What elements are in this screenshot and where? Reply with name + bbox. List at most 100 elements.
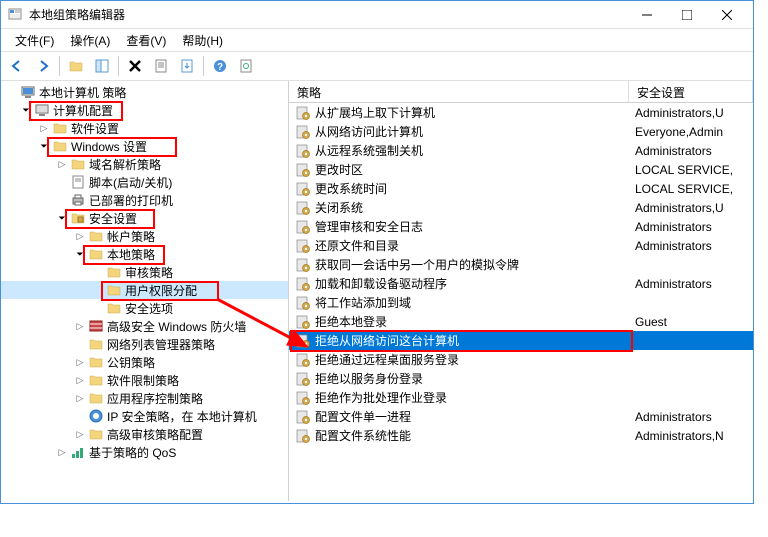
tree-computer-config[interactable]: ⏷ 计算机配置 (1, 101, 288, 119)
properties-button[interactable] (149, 54, 173, 78)
tree-audit-policy[interactable]: ▶ 审核策略 (1, 263, 288, 281)
tree-pane[interactable]: ▶ 本地计算机 策略 ⏷ 计算机配置 ▷ 软件设置 ⏷ W (1, 81, 289, 501)
maximize-button[interactable] (667, 2, 707, 28)
policy-item-icon (295, 371, 311, 387)
cell-setting: Guest (635, 315, 753, 329)
list-row[interactable]: 拒绝从网络访问这台计算机 (289, 331, 753, 350)
cell-policy: 更改系统时间 (315, 180, 635, 197)
tree-app-control[interactable]: ▷ 应用程序控制策略 (1, 389, 288, 407)
tree-security-options[interactable]: ▶ 安全选项 (1, 299, 288, 317)
twisty-icon[interactable]: ⏷ (19, 103, 33, 117)
tree-policy-qos[interactable]: ▷ 基于策略的 QoS (1, 443, 288, 461)
tree-windows-settings[interactable]: ⏷ Windows 设置 (1, 137, 288, 155)
help-button[interactable]: ? (208, 54, 232, 78)
twisty-icon[interactable]: ⏷ (73, 247, 87, 261)
cell-policy: 获取同一会话中另一个用户的模拟令牌 (315, 256, 635, 273)
twisty-icon[interactable]: ▷ (37, 121, 51, 135)
twisty-icon[interactable]: ▷ (55, 445, 69, 459)
titlebar: 本地组策略编辑器 (1, 1, 753, 29)
list-row[interactable]: 拒绝以服务身份登录 (289, 369, 753, 388)
list-row[interactable]: 拒绝本地登录Guest (289, 312, 753, 331)
menu-file[interactable]: 文件(F) (7, 30, 62, 51)
cell-policy: 拒绝以服务身份登录 (315, 370, 635, 387)
list-header: 策略 安全设置 (289, 81, 753, 103)
policy-item-icon (295, 409, 311, 425)
firewall-icon (88, 318, 104, 334)
folder-icon (88, 426, 104, 442)
policy-tree: ▶ 本地计算机 策略 ⏷ 计算机配置 ▷ 软件设置 ⏷ W (1, 83, 288, 461)
tree-scripts[interactable]: ▶ 脚本(启动/关机) (1, 173, 288, 191)
tree-label: 用户权限分配 (125, 282, 197, 299)
show-hide-tree-button[interactable] (90, 54, 114, 78)
tree-root[interactable]: ▶ 本地计算机 策略 (1, 83, 288, 101)
twisty-icon[interactable]: ▷ (73, 229, 87, 243)
cell-setting: Administrators (635, 220, 753, 234)
list-row[interactable]: 关闭系统Administrators,U (289, 198, 753, 217)
tree-ip-security[interactable]: ▶ IP 安全策略，在 本地计算机 (1, 407, 288, 425)
twisty-icon[interactable]: ▷ (73, 355, 87, 369)
list-row[interactable]: 配置文件单一进程Administrators (289, 407, 753, 426)
policy-item-icon (295, 276, 311, 292)
list-row[interactable]: 将工作站添加到域 (289, 293, 753, 312)
tree-advanced-audit[interactable]: ▷ 高级审核策略配置 (1, 425, 288, 443)
tree-firewall[interactable]: ▷ 高级安全 Windows 防火墙 (1, 317, 288, 335)
twisty-icon[interactable]: ⏷ (37, 139, 51, 153)
menu-help[interactable]: 帮助(H) (174, 30, 231, 51)
list-row[interactable]: 配置文件系统性能Administrators,N (289, 426, 753, 445)
menu-view[interactable]: 查看(V) (118, 30, 174, 51)
list-row[interactable]: 管理审核和安全日志Administrators (289, 217, 753, 236)
forward-button[interactable] (31, 54, 55, 78)
policy-item-icon (295, 352, 311, 368)
delete-button[interactable] (123, 54, 147, 78)
list-row[interactable]: 加载和卸载设备驱动程序Administrators (289, 274, 753, 293)
tree-user-rights[interactable]: ▶ 用户权限分配 (1, 281, 288, 299)
back-button[interactable] (5, 54, 29, 78)
twisty-icon[interactable]: ▷ (73, 319, 87, 333)
list-pane[interactable]: 策略 安全设置 从扩展坞上取下计算机Administrators,U从网络访问此… (289, 81, 753, 501)
refresh-button[interactable] (234, 54, 258, 78)
export-button[interactable] (175, 54, 199, 78)
tree-account-policies[interactable]: ▷ 帐户策略 (1, 227, 288, 245)
up-level-button[interactable] (64, 54, 88, 78)
list-row[interactable]: 从网络访问此计算机Everyone,Admin (289, 122, 753, 141)
tree-public-key[interactable]: ▷ 公钥策略 (1, 353, 288, 371)
column-policy[interactable]: 策略 (289, 81, 629, 102)
list-row[interactable]: 拒绝通过远程桌面服务登录 (289, 350, 753, 369)
folder-icon (70, 156, 86, 172)
list-row[interactable]: 从远程系统强制关机Administrators (289, 141, 753, 160)
twisty-icon[interactable]: ▷ (55, 157, 69, 171)
menu-action[interactable]: 操作(A) (62, 30, 118, 51)
list-row[interactable]: 获取同一会话中另一个用户的模拟令牌 (289, 255, 753, 274)
tree-software-restriction[interactable]: ▷ 软件限制策略 (1, 371, 288, 389)
list-row[interactable]: 还原文件和目录Administrators (289, 236, 753, 255)
twisty-icon[interactable]: ⏷ (55, 211, 69, 225)
tree-software-settings[interactable]: ▷ 软件设置 (1, 119, 288, 137)
list-row[interactable]: 拒绝作为批处理作业登录 (289, 388, 753, 407)
cell-policy: 关闭系统 (315, 199, 635, 216)
list-row[interactable]: 从扩展坞上取下计算机Administrators,U (289, 103, 753, 122)
tree-deployed-printers[interactable]: ▶ 已部署的打印机 (1, 191, 288, 209)
folder-icon (88, 390, 104, 406)
policy-item-icon (295, 295, 311, 311)
tree-label: 安全选项 (125, 300, 173, 317)
folder-icon (88, 228, 104, 244)
tree-name-resolution[interactable]: ▷ 域名解析策略 (1, 155, 288, 173)
list-row[interactable]: 更改系统时间LOCAL SERVICE, (289, 179, 753, 198)
tree-label: IP 安全策略，在 本地计算机 (107, 408, 257, 425)
window-title: 本地组策略编辑器 (29, 6, 627, 23)
minimize-button[interactable] (627, 2, 667, 28)
tree-local-policies[interactable]: ⏷ 本地策略 (1, 245, 288, 263)
computer-policy-icon (20, 84, 36, 100)
tree-network-list[interactable]: ▶ 网络列表管理器策略 (1, 335, 288, 353)
cell-policy: 拒绝作为批处理作业登录 (315, 389, 635, 406)
twisty-icon[interactable]: ▷ (73, 373, 87, 387)
tree-security-settings[interactable]: ⏷ 安全设置 (1, 209, 288, 227)
cell-policy: 拒绝通过远程桌面服务登录 (315, 351, 635, 368)
column-setting[interactable]: 安全设置 (629, 81, 753, 102)
folder-icon (106, 300, 122, 316)
close-button[interactable] (707, 2, 747, 28)
folder-icon (88, 354, 104, 370)
list-row[interactable]: 更改时区LOCAL SERVICE, (289, 160, 753, 179)
twisty-icon[interactable]: ▷ (73, 427, 87, 441)
twisty-icon[interactable]: ▷ (73, 391, 87, 405)
